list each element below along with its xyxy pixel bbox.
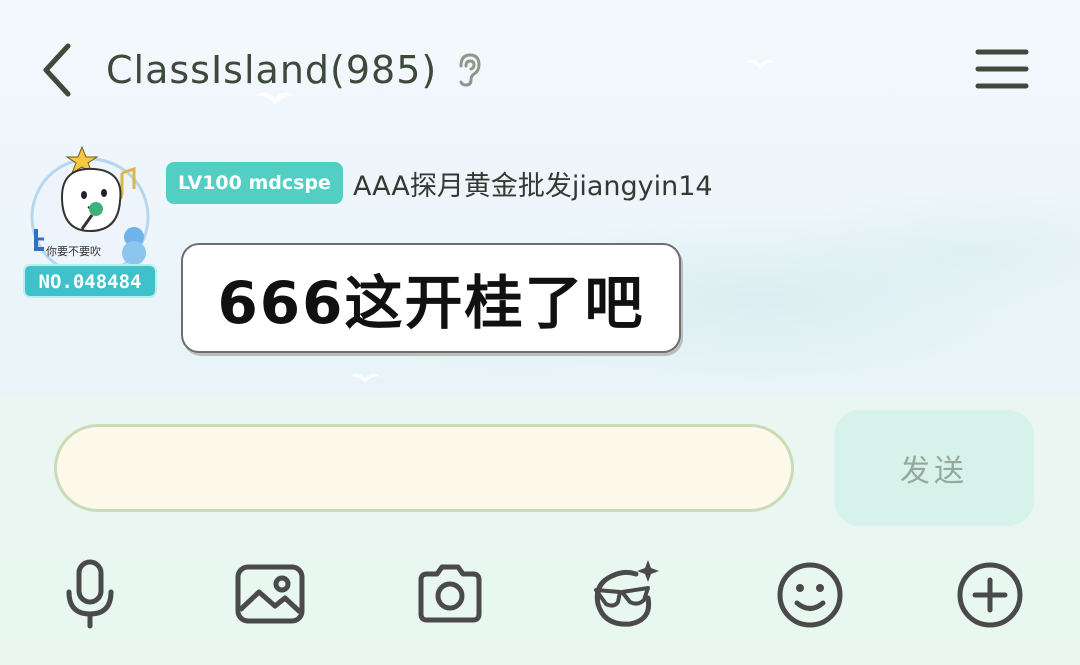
plus-circle-icon[interactable] xyxy=(953,558,1027,632)
avatar-caption: 你要不要吹 xyxy=(46,245,101,258)
sender-row: LV100 mdcspe AAA探月黄金批发jiangyin14 xyxy=(166,161,713,205)
message-input[interactable] xyxy=(54,424,794,512)
avatar[interactable]: 你要不要吹 NO.048484 xyxy=(22,145,158,301)
message-text: 666这开桂了吧 xyxy=(217,269,645,337)
sender-name[interactable]: AAA探月黄金批发jiangyin14 xyxy=(353,164,713,203)
ear-icon[interactable] xyxy=(452,52,486,88)
camera-icon[interactable] xyxy=(413,558,487,632)
hamburger-menu-icon[interactable] xyxy=(974,46,1030,92)
microphone-icon[interactable] xyxy=(53,558,127,632)
chevron-left-icon[interactable] xyxy=(36,40,80,100)
avatar-badge-text: NO.048484 xyxy=(39,271,142,293)
send-button[interactable]: 发送 xyxy=(834,410,1034,526)
chat-title: ClassIsland(985) xyxy=(106,48,438,92)
bird-decoration xyxy=(350,373,380,383)
message-bubble[interactable]: 666这开桂了吧 xyxy=(181,243,681,353)
emoji-icon[interactable] xyxy=(773,558,847,632)
glasses-sticker-icon[interactable] xyxy=(590,558,664,632)
level-badge[interactable]: LV100 mdcspe xyxy=(166,162,343,204)
image-icon[interactable] xyxy=(233,558,307,632)
chat-header: ClassIsland(985) xyxy=(0,0,1080,140)
